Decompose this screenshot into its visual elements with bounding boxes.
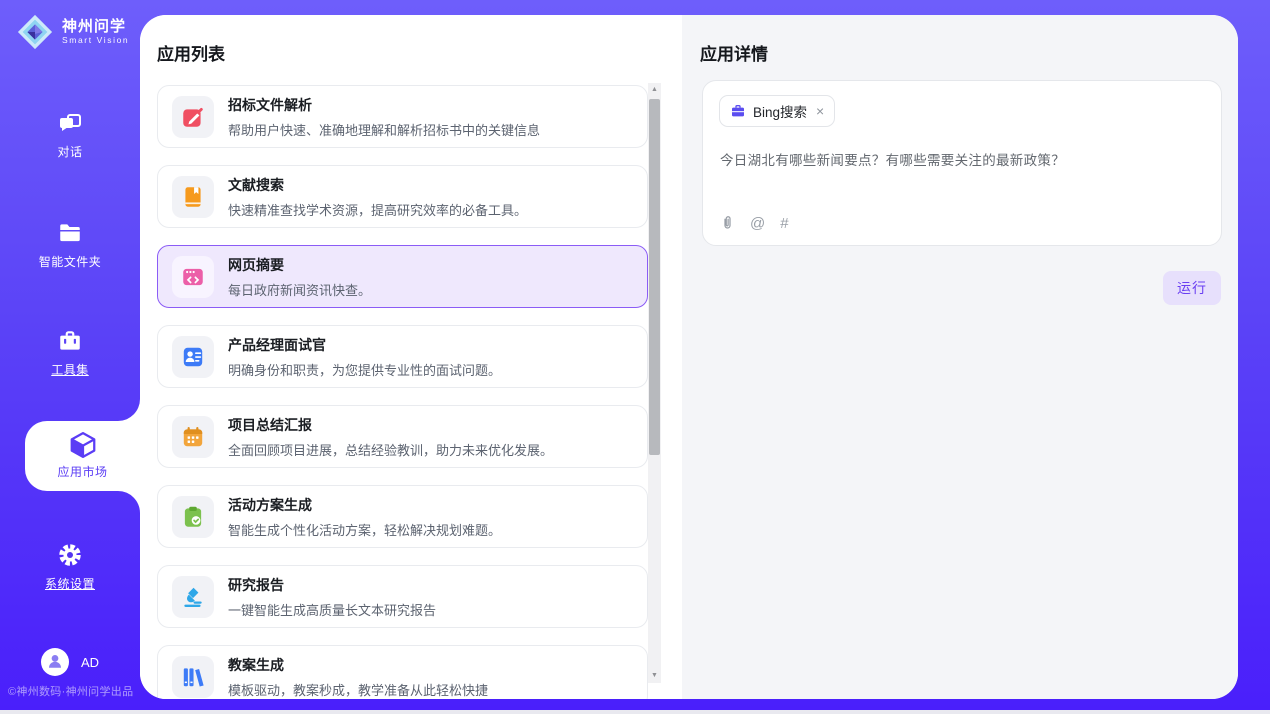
sidebar-footer: ©神州数码·神州问学出品 <box>8 683 133 699</box>
chip-close-icon[interactable]: × <box>816 103 824 119</box>
user-icon <box>46 652 64 673</box>
app-card-title: 活动方案生成 <box>228 495 501 515</box>
list-scrollbar[interactable]: ▲ ▼ <box>648 83 661 683</box>
app-card-title: 项目总结汇报 <box>228 415 553 435</box>
app-card-desc: 模板驱动，教案秒成，教学准备从此轻松快捷 <box>228 680 488 699</box>
app-card-title: 教案生成 <box>228 655 488 675</box>
app-card-desc: 智能生成个性化活动方案，轻松解决规划难题。 <box>228 520 501 539</box>
bubble-curve-bottom <box>118 491 140 513</box>
avatar[interactable] <box>41 648 69 676</box>
doc-edit-icon <box>172 96 214 138</box>
sidebar: 神州问学 Smart Vision 对话 智能文件夹 工具集 应用市场 系统设置 <box>0 0 140 710</box>
app-card[interactable]: 产品经理面试官 明确身份和职责，为您提供专业性的面试问题。 <box>157 325 648 388</box>
interview-icon <box>172 336 214 378</box>
app-card-desc: 快速精准查找学术资源，提高研究效率的必备工具。 <box>228 200 527 219</box>
query-input-card[interactable]: Bing搜索 × 今日湖北有哪些新闻要点？有哪些需要关注的最新政策？ @ # <box>702 80 1222 246</box>
app-detail-panel: 应用详情 Bing搜索 × 今日湖北有哪些新闻要点？有哪些需要关注的最新政策？ … <box>682 15 1238 699</box>
app-card[interactable]: 招标文件解析 帮助用户快速、准确地理解和解析招标书中的关键信息 <box>157 85 648 148</box>
scrollbar-down-icon[interactable]: ▼ <box>648 669 661 683</box>
gear-icon <box>57 542 83 568</box>
app-card-desc: 明确身份和职责，为您提供专业性的面试问题。 <box>228 360 501 379</box>
brand-logo-icon <box>16 13 54 51</box>
app-card-title: 研究报告 <box>228 575 436 595</box>
app-card-title: 招标文件解析 <box>228 95 540 115</box>
sidebar-item-app-market[interactable]: 应用市场 <box>25 421 140 491</box>
app-frame: 神州问学 Smart Vision 对话 智能文件夹 工具集 应用市场 系统设置 <box>0 0 1270 710</box>
app-card-title: 产品经理面试官 <box>228 335 501 355</box>
sidebar-item-settings[interactable]: 系统设置 <box>0 542 140 592</box>
calendar-icon <box>172 416 214 458</box>
sidebar-item-label: 工具集 <box>51 361 89 378</box>
run-row: 运行 <box>1163 271 1221 305</box>
sidebar-item-label: 应用市场 <box>57 463 107 480</box>
app-card[interactable]: 研究报告 一键智能生成高质量长文本研究报告 <box>157 565 648 628</box>
brand-name: 神州问学 <box>62 18 129 35</box>
scrollbar-up-icon[interactable]: ▲ <box>648 83 661 97</box>
app-card[interactable]: 网页摘要 每日政府新闻资讯快查。 <box>157 245 648 308</box>
attach-toolbar: @ # <box>720 214 789 232</box>
run-button[interactable]: 运行 <box>1163 271 1221 305</box>
book-icon <box>172 176 214 218</box>
books-icon <box>172 656 214 698</box>
cube-icon <box>68 432 98 458</box>
brand-logo: 神州问学 Smart Vision <box>16 13 129 51</box>
app-card[interactable]: 教案生成 模板驱动，教案秒成，教学准备从此轻松快捷 <box>157 645 648 699</box>
briefcase-icon <box>730 103 746 119</box>
chat-icon <box>57 110 83 136</box>
tool-chip[interactable]: Bing搜索 × <box>719 95 835 127</box>
app-card[interactable]: 项目总结汇报 全面回顾项目进展，总结经验教训，助力未来优化发展。 <box>157 405 648 468</box>
clipboard-icon <box>172 496 214 538</box>
sidebar-item-smart-folder[interactable]: 智能文件夹 <box>0 220 140 270</box>
sidebar-item-toolset[interactable]: 工具集 <box>0 328 140 378</box>
sidebar-item-label: 系统设置 <box>45 575 95 592</box>
query-text[interactable]: 今日湖北有哪些新闻要点？有哪些需要关注的最新政策？ <box>720 149 1204 169</box>
app-list-panel: 应用列表 招标文件解析 帮助用户快速、准确地理解和解析招标书中的关键信息 文献搜… <box>140 15 682 699</box>
app-card[interactable]: 文献搜索 快速精准查找学术资源，提高研究效率的必备工具。 <box>157 165 648 228</box>
hash-icon[interactable]: # <box>780 216 788 231</box>
app-card-list: 招标文件解析 帮助用户快速、准确地理解和解析招标书中的关键信息 文献搜索 快速精… <box>157 85 648 699</box>
scrollbar-thumb[interactable] <box>649 99 660 455</box>
app-card-desc: 全面回顾项目进展，总结经验教训，助力未来优化发展。 <box>228 440 553 459</box>
webpage-icon <box>172 256 214 298</box>
app-card-title: 文献搜索 <box>228 175 527 195</box>
mention-icon[interactable]: @ <box>750 216 765 231</box>
user-initials: AD <box>81 655 99 670</box>
content-panel: 应用列表 招标文件解析 帮助用户快速、准确地理解和解析招标书中的关键信息 文献搜… <box>140 15 1238 699</box>
app-card-desc: 帮助用户快速、准确地理解和解析招标书中的关键信息 <box>228 120 540 139</box>
app-card-desc: 一键智能生成高质量长文本研究报告 <box>228 600 436 619</box>
research-icon <box>172 576 214 618</box>
app-card-title: 网页摘要 <box>228 255 371 275</box>
paperclip-icon[interactable] <box>720 214 735 232</box>
app-card-desc: 每日政府新闻资讯快查。 <box>228 280 371 299</box>
tool-chip-label: Bing搜索 <box>753 101 807 121</box>
user-menu[interactable]: AD <box>0 648 140 676</box>
app-detail-title: 应用详情 <box>700 40 768 65</box>
sidebar-item-label: 对话 <box>57 143 82 160</box>
brand-tagline: Smart Vision <box>62 36 129 46</box>
sidebar-item-chat[interactable]: 对话 <box>0 110 140 160</box>
app-card[interactable]: 活动方案生成 智能生成个性化活动方案，轻松解决规划难题。 <box>157 485 648 548</box>
bubble-curve-top <box>118 399 140 421</box>
sidebar-item-label: 智能文件夹 <box>39 253 102 270</box>
folder-icon <box>57 220 83 246</box>
app-list-title: 应用列表 <box>157 40 225 65</box>
toolbox-icon <box>57 328 83 354</box>
